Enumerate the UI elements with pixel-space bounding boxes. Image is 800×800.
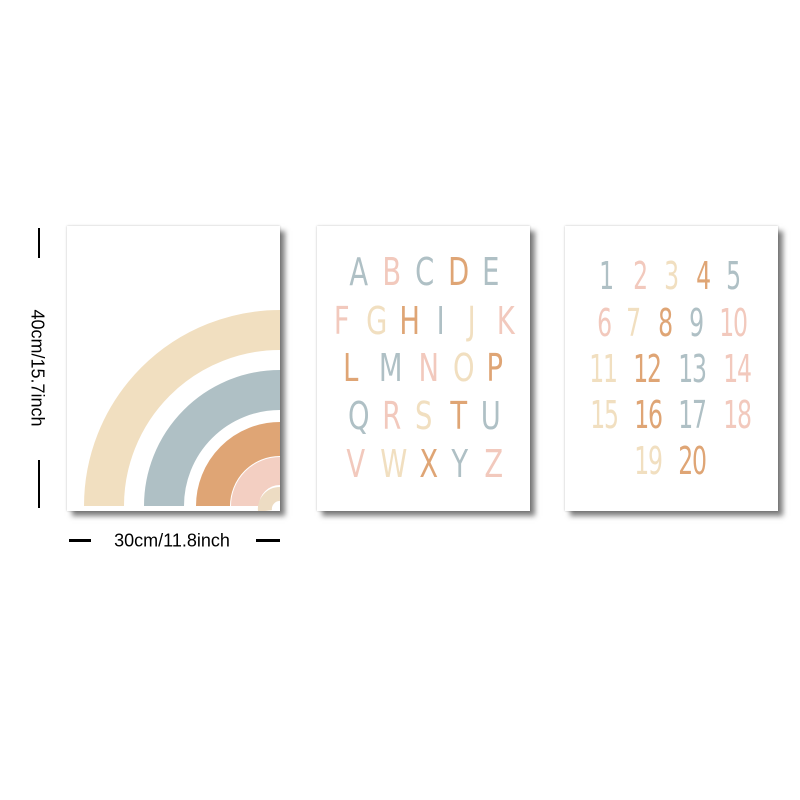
letter-i: I xyxy=(436,299,445,343)
letter-k: K xyxy=(496,299,515,343)
number-9: 9 xyxy=(689,301,704,345)
number-16: 16 xyxy=(634,393,663,437)
letter-c: C xyxy=(415,250,434,294)
number-12: 12 xyxy=(633,347,662,391)
letter-a: A xyxy=(349,250,368,294)
number-14: 14 xyxy=(723,347,752,391)
number-19: 19 xyxy=(634,439,663,483)
letter-x: X xyxy=(419,442,438,486)
letter-g: G xyxy=(366,299,387,343)
letter-m: M xyxy=(378,346,403,390)
number-7: 7 xyxy=(626,301,641,345)
letter-t: T xyxy=(450,394,467,438)
letter-j: J xyxy=(467,299,476,343)
rainbow-poster xyxy=(67,226,280,511)
letter-w: W xyxy=(380,442,407,486)
width-marker-right-cap xyxy=(256,539,280,542)
number-6: 6 xyxy=(597,301,612,345)
number-20: 20 xyxy=(678,439,707,483)
number-17: 17 xyxy=(678,393,707,437)
letter-n: N xyxy=(418,346,438,390)
numbers-poster: 1 2 3 4 5 6 7 8 9 10 11 12 13 14 15 16 17 18 19 20 xyxy=(565,226,778,511)
number-13: 13 xyxy=(678,347,707,391)
number-15: 15 xyxy=(590,393,619,437)
letter-p: P xyxy=(486,346,502,390)
height-marker-bottom-cap xyxy=(38,460,40,508)
letter-d: D xyxy=(448,250,469,294)
numbers-grid: 1 2 3 4 5 6 7 8 9 10 11 12 13 14 15 16 17 18 19 20 xyxy=(565,226,778,511)
number-4: 4 xyxy=(696,254,711,298)
number-2: 2 xyxy=(633,254,648,298)
letter-o: O xyxy=(452,346,475,390)
rainbow-graphic xyxy=(84,310,280,511)
height-marker-top-cap xyxy=(38,228,40,258)
number-18: 18 xyxy=(723,393,752,437)
number-8: 8 xyxy=(658,301,673,345)
alphabet-grid: ABCDE FGHIJK LMNOP QRSTU VWXYZ xyxy=(317,226,530,511)
width-dimension-label: 30cm/11.8inch xyxy=(114,530,230,551)
alphabet-poster: ABCDE FGHIJK LMNOP QRSTU VWXYZ xyxy=(317,226,530,511)
number-1: 1 xyxy=(599,254,614,298)
number-3: 3 xyxy=(664,254,679,298)
letter-e: E xyxy=(482,250,499,294)
width-marker-left-cap xyxy=(69,539,91,542)
letter-y: Y xyxy=(451,442,468,486)
number-5: 5 xyxy=(726,254,741,298)
height-dimension-label: 40cm/15.7inch xyxy=(27,309,48,427)
letter-b: B xyxy=(382,250,401,294)
letter-q: Q xyxy=(347,394,370,438)
letter-h: H xyxy=(399,299,420,343)
letter-f: F xyxy=(333,299,350,343)
letter-u: U xyxy=(480,394,501,438)
letter-r: R xyxy=(382,394,401,438)
rainbow-arc-cream xyxy=(257,487,280,511)
letter-l: L xyxy=(343,346,358,390)
letter-v: V xyxy=(346,442,365,486)
letter-z: Z xyxy=(484,442,503,486)
number-10: 10 xyxy=(719,301,748,345)
number-11: 11 xyxy=(589,347,618,391)
letter-s: S xyxy=(415,394,432,438)
